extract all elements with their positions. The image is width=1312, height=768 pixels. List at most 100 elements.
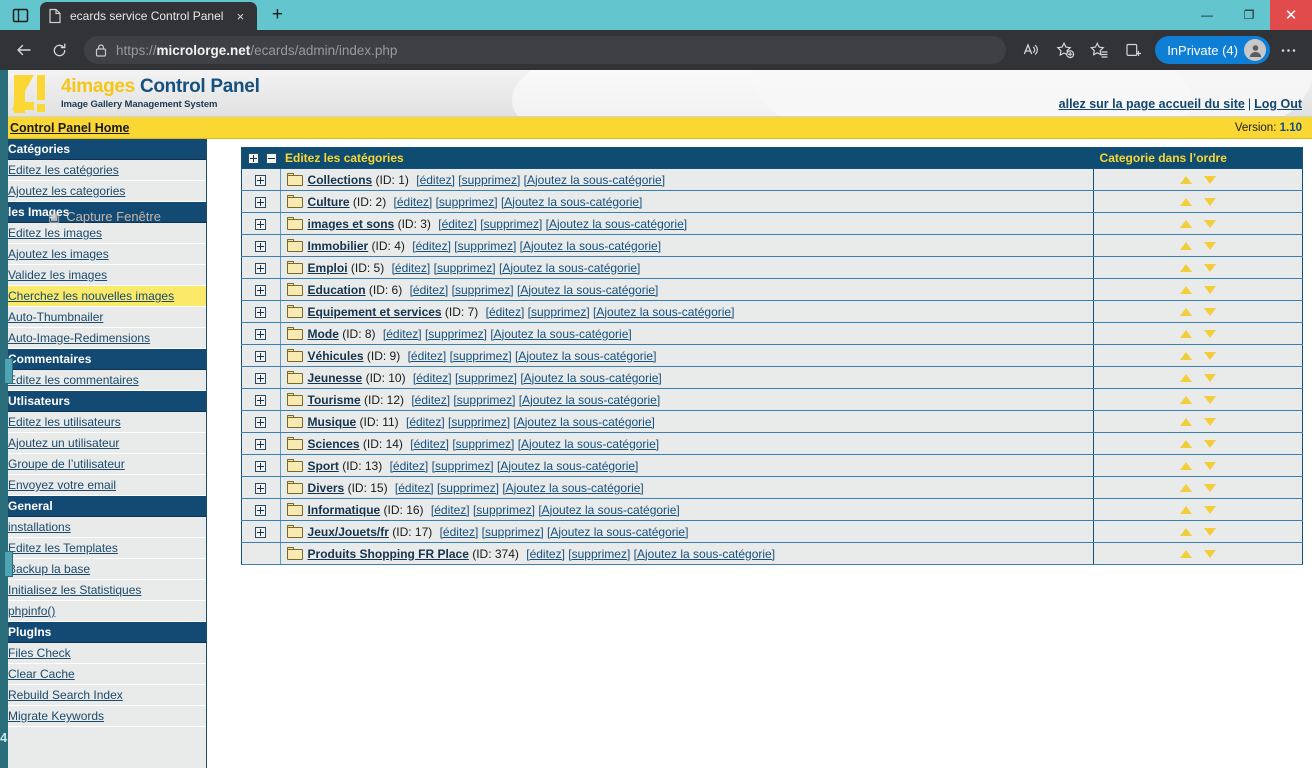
sidebar-item-label[interactable]: Editez les Templates xyxy=(8,541,118,555)
category-name-link[interactable]: Education xyxy=(308,283,366,297)
maximize-icon[interactable]: ❐ xyxy=(1228,0,1270,30)
sidebar-item-label[interactable]: Auto-Image-Redimensions xyxy=(8,331,150,345)
sidebar-item[interactable]: Ajoutez un utilisateur xyxy=(0,433,206,454)
expand-row-icon[interactable] xyxy=(255,174,267,186)
category-name-link[interactable]: Emploi xyxy=(308,261,348,275)
expand-row-icon[interactable] xyxy=(255,284,267,296)
move-up-icon[interactable] xyxy=(1180,219,1193,228)
scroll-thumb-lower[interactable] xyxy=(4,551,13,577)
expand-row-icon[interactable] xyxy=(255,262,267,274)
sidebar-item-label[interactable]: Envoyez votre email xyxy=(8,478,116,492)
expand-row-icon[interactable] xyxy=(255,328,267,340)
move-up-icon[interactable] xyxy=(1180,417,1193,426)
move-down-icon[interactable] xyxy=(1204,197,1217,206)
category-name-link[interactable]: Sciences xyxy=(308,437,360,451)
sidebar-item-label[interactable]: Rebuild Search Index xyxy=(8,688,123,702)
edit-link[interactable]: [éditez] xyxy=(440,525,479,539)
delete-link[interactable]: [supprimez] xyxy=(482,525,544,539)
add-favorite-icon[interactable] xyxy=(1049,34,1081,66)
sidebar-item[interactable]: Ajoutez les images xyxy=(0,244,206,265)
browser-tab[interactable]: ecards service Control Panel × xyxy=(40,2,258,30)
category-name-link[interactable]: Produits Shopping FR Place xyxy=(308,547,469,561)
delete-link[interactable]: [supprimez] xyxy=(568,547,630,561)
category-name-link[interactable]: Divers xyxy=(308,481,345,495)
delete-link[interactable]: [supprimez] xyxy=(450,349,512,363)
edit-link[interactable]: [éditez] xyxy=(410,283,449,297)
add-subcategory-link[interactable]: [Ajoutez la sous-catégorie] xyxy=(538,503,679,517)
collections-icon[interactable] xyxy=(1117,34,1149,66)
add-subcategory-link[interactable]: [Ajoutez la sous-catégorie] xyxy=(593,305,734,319)
move-up-icon[interactable] xyxy=(1180,175,1193,184)
edit-link[interactable]: [éditez] xyxy=(438,217,477,231)
close-icon[interactable]: × xyxy=(231,7,249,25)
sidebar-item-label[interactable]: Groupe de l’utilisateur xyxy=(8,457,125,471)
sidebar-item[interactable]: Clear Cache xyxy=(0,664,206,685)
edit-link[interactable]: [éditez] xyxy=(412,239,451,253)
sidebar-item-label[interactable]: Editez les utilisateurs xyxy=(8,415,121,429)
sidebar-item[interactable]: Envoyez votre email xyxy=(0,475,206,496)
sidebar-item[interactable]: Validez les images xyxy=(0,265,206,286)
category-name-link[interactable]: Véhicules xyxy=(308,349,364,363)
sidebar-item[interactable]: Initialisez les Statistiques xyxy=(0,580,206,601)
category-name-link[interactable]: Collections xyxy=(308,173,373,187)
move-up-icon[interactable] xyxy=(1180,263,1193,272)
move-down-icon[interactable] xyxy=(1204,461,1217,470)
expand-row-icon[interactable] xyxy=(255,306,267,318)
delete-link[interactable]: [supprimez] xyxy=(425,327,487,341)
sidebar-item-label[interactable]: Editez les catégories xyxy=(8,163,119,177)
delete-link[interactable]: [supprimez] xyxy=(455,371,517,385)
move-down-icon[interactable] xyxy=(1204,307,1217,316)
edit-link[interactable]: [éditez] xyxy=(392,261,431,275)
edit-link[interactable]: [éditez] xyxy=(390,459,429,473)
add-subcategory-link[interactable]: [Ajoutez la sous-catégorie] xyxy=(524,173,665,187)
delete-link[interactable]: [supprimez] xyxy=(453,393,515,407)
move-up-icon[interactable] xyxy=(1180,307,1193,316)
move-up-icon[interactable] xyxy=(1180,505,1193,514)
logout-link[interactable]: Log Out xyxy=(1254,97,1302,111)
move-down-icon[interactable] xyxy=(1204,175,1217,184)
category-name-link[interactable]: Equipement et services xyxy=(308,305,442,319)
category-name-link[interactable]: images et sons xyxy=(308,217,395,231)
add-subcategory-link[interactable]: [Ajoutez la sous-catégorie] xyxy=(501,195,642,209)
sidebar-item[interactable]: Editez les Templates xyxy=(0,538,206,559)
inprivate-profile-button[interactable]: InPrivate (4) xyxy=(1155,36,1270,64)
sidebar-item[interactable]: phpinfo() xyxy=(0,601,206,622)
sidebar-item[interactable]: Backup la base xyxy=(0,559,206,580)
add-subcategory-link[interactable]: [Ajoutez la sous-catégorie] xyxy=(634,547,775,561)
read-aloud-icon[interactable] xyxy=(1015,34,1047,66)
expand-row-icon[interactable] xyxy=(255,394,267,406)
expand-row-icon[interactable] xyxy=(255,240,267,252)
move-up-icon[interactable] xyxy=(1180,549,1193,558)
add-subcategory-link[interactable]: [Ajoutez la sous-catégorie] xyxy=(515,349,656,363)
sidebar-item-label[interactable]: installations xyxy=(8,520,71,534)
sidebar-item-label[interactable]: Editez les commentaires xyxy=(8,373,139,387)
add-subcategory-link[interactable]: [Ajoutez la sous-catégorie] xyxy=(513,415,654,429)
category-name-link[interactable]: Culture xyxy=(308,195,350,209)
move-down-icon[interactable] xyxy=(1204,439,1217,448)
move-up-icon[interactable] xyxy=(1180,241,1193,250)
sidebar-item-label[interactable]: Files Check xyxy=(8,646,71,660)
control-panel-home-link[interactable]: Control Panel Home xyxy=(10,121,129,135)
sidebar-item[interactable]: Auto-Thumbnailer xyxy=(0,307,206,328)
move-down-icon[interactable] xyxy=(1204,417,1217,426)
delete-link[interactable]: [supprimez] xyxy=(480,217,542,231)
category-name-link[interactable]: Sport xyxy=(308,459,339,473)
more-options-icon[interactable] xyxy=(1272,34,1304,66)
edit-link[interactable]: [éditez] xyxy=(416,173,455,187)
expand-row-icon[interactable] xyxy=(255,196,267,208)
expand-row-icon[interactable] xyxy=(255,526,267,538)
edit-link[interactable]: [éditez] xyxy=(410,437,449,451)
add-subcategory-link[interactable]: [Ajoutez la sous-catégorie] xyxy=(520,371,661,385)
sidebar-item-label[interactable]: Auto-Thumbnailer xyxy=(8,310,103,324)
sidebar-item[interactable]: Rebuild Search Index xyxy=(0,685,206,706)
move-up-icon[interactable] xyxy=(1180,197,1193,206)
edit-link[interactable]: [éditez] xyxy=(395,481,434,495)
category-name-link[interactable]: Informatique xyxy=(308,503,381,517)
delete-link[interactable]: [supprimez] xyxy=(448,415,510,429)
minimize-icon[interactable]: — xyxy=(1186,0,1228,30)
category-name-link[interactable]: Mode xyxy=(308,327,339,341)
edit-link[interactable]: [éditez] xyxy=(526,547,565,561)
collapse-all-icon[interactable] xyxy=(266,153,277,165)
scroll-thumb-upper[interactable] xyxy=(4,358,13,384)
move-up-icon[interactable] xyxy=(1180,285,1193,294)
